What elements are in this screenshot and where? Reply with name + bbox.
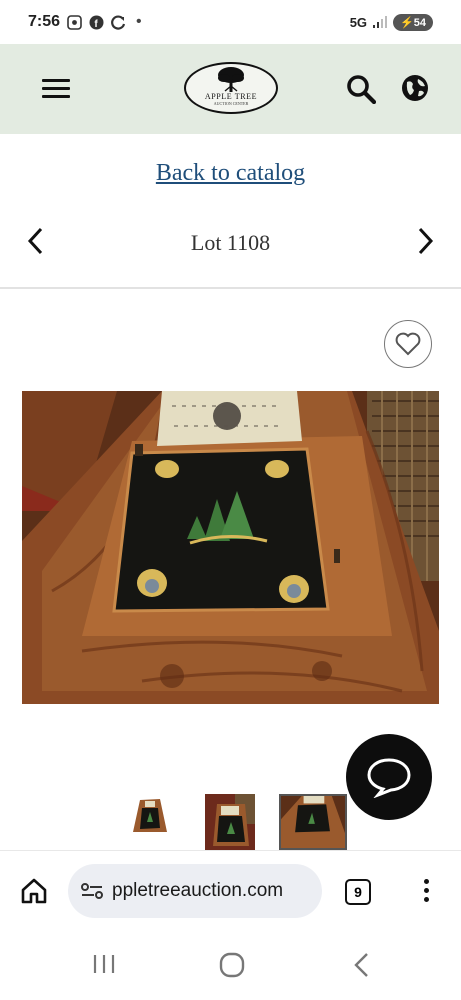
globe-icon bbox=[402, 75, 428, 101]
heart-icon bbox=[395, 332, 421, 356]
home-icon bbox=[21, 878, 47, 904]
network-label: 5G bbox=[349, 14, 368, 30]
thumbnail-1[interactable] bbox=[130, 794, 170, 850]
system-home-button[interactable] bbox=[219, 952, 245, 983]
back-arrow-icon bbox=[354, 953, 368, 977]
battery-level: 54 bbox=[413, 16, 426, 29]
recent-apps-button[interactable] bbox=[92, 953, 116, 980]
browser-home-button[interactable] bbox=[20, 877, 48, 910]
language-button[interactable] bbox=[401, 74, 429, 107]
site-settings-icon[interactable] bbox=[80, 881, 104, 901]
system-navigation-bar bbox=[0, 936, 461, 1000]
menu-line bbox=[42, 95, 70, 98]
recent-apps-icon bbox=[93, 955, 115, 973]
menu-line bbox=[42, 87, 70, 90]
sync-icon bbox=[111, 14, 126, 30]
back-to-catalog-link[interactable]: Back to catalog bbox=[0, 160, 461, 187]
thumbnail-3-selected[interactable] bbox=[279, 794, 347, 850]
status-time: 7:56 bbox=[28, 13, 61, 30]
search-button[interactable] bbox=[346, 74, 377, 109]
lot-main-photo[interactable] bbox=[22, 391, 439, 704]
chat-bubble-icon bbox=[367, 758, 411, 798]
battery-charging-icon: ⚡54 bbox=[393, 13, 433, 31]
favorite-button[interactable] bbox=[384, 320, 432, 368]
tab-count: 9 bbox=[354, 884, 362, 900]
url-text: ppletreeauction.com bbox=[112, 880, 284, 901]
tabs-button[interactable]: 9 bbox=[345, 879, 371, 905]
facebook-icon: f bbox=[89, 15, 104, 30]
site-header: APPLE TREE AUCTION CENTER bbox=[0, 44, 461, 134]
dot bbox=[423, 879, 429, 884]
lot-navigation: Lot 1108 bbox=[0, 222, 461, 266]
system-back-button[interactable] bbox=[352, 952, 372, 983]
url-address-bar[interactable]: ppletreeauction.com bbox=[68, 864, 322, 918]
section-divider bbox=[0, 287, 461, 289]
status-bar: 7:56 f • 5G ⚡54 bbox=[0, 0, 461, 44]
menu-button[interactable] bbox=[42, 79, 70, 99]
logo-subtitle: AUCTION CENTER bbox=[213, 101, 249, 106]
screenshot-icon bbox=[67, 14, 82, 30]
more-options-button[interactable] bbox=[420, 879, 432, 905]
next-lot-button[interactable] bbox=[416, 226, 436, 261]
thumbnail-2[interactable] bbox=[205, 794, 255, 850]
lot-title: Lot 1108 bbox=[190, 230, 271, 255]
browser-toolbar: ppletreeauction.com 9 bbox=[0, 850, 461, 936]
dot bbox=[423, 897, 429, 902]
chat-button[interactable] bbox=[346, 734, 432, 820]
apple-tree-logo[interactable]: APPLE TREE AUCTION CENTER bbox=[184, 62, 278, 114]
home-circle-icon bbox=[219, 952, 245, 978]
dot bbox=[423, 888, 429, 893]
signal-icon bbox=[373, 16, 388, 28]
menu-line bbox=[42, 79, 70, 82]
tree-icon bbox=[218, 67, 244, 92]
chevron-right-icon bbox=[418, 227, 434, 255]
dot-icon: • bbox=[136, 13, 142, 30]
search-icon bbox=[347, 75, 377, 105]
